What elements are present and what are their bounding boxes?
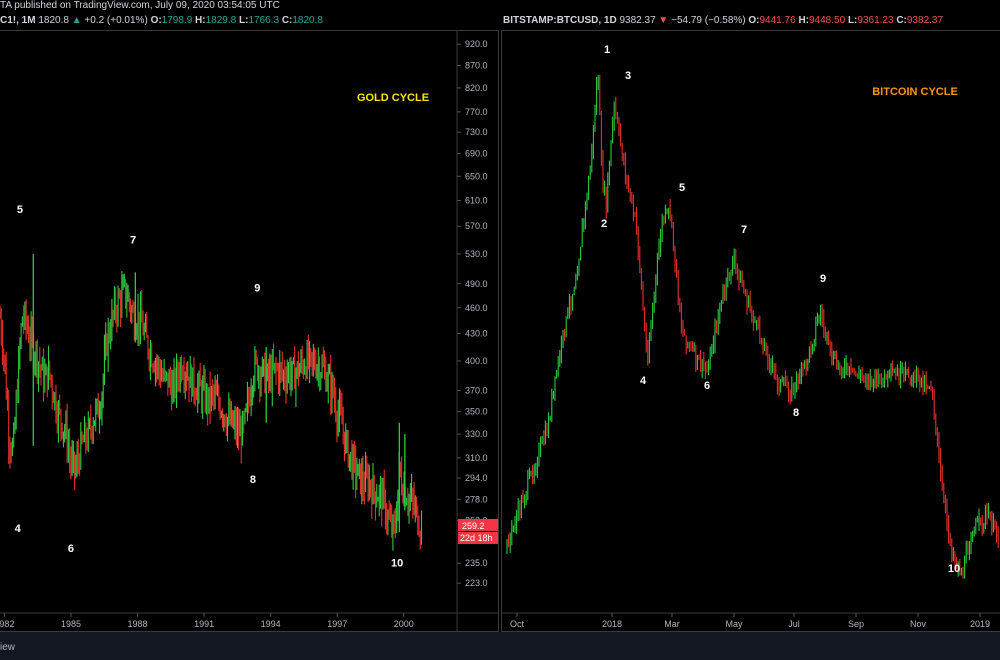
symbol-right[interactable]: BITSTAMP:BTCUSD, 1D — [503, 15, 617, 26]
wave-label-9: 9 — [820, 273, 826, 285]
x-tick-label: Mar — [664, 619, 680, 629]
publish-line: TA published on TradingView.com, July 09… — [0, 0, 283, 16]
y-tick-label: 330.0 — [465, 429, 488, 439]
open-label-left: O: — [150, 15, 162, 26]
wave-label-3: 3 — [625, 70, 631, 82]
last-left: 1820.8 — [38, 15, 69, 26]
close-left: 1820.8 — [292, 15, 323, 26]
y-tick-label: 400.0 — [465, 356, 488, 366]
y-tick-label: 430.0 — [465, 328, 488, 338]
y-tick-label: 530.0 — [465, 249, 488, 259]
wave-label-4: 4 — [15, 523, 22, 535]
low-label-right: L: — [847, 15, 858, 26]
y-tick-label: 294.0 — [465, 473, 488, 483]
y-tick-label: 310.0 — [465, 453, 488, 463]
y-tick-label: 223.0 — [465, 578, 488, 588]
x-tick-label: 1994 — [261, 619, 281, 629]
open-right: 9441.76 — [759, 15, 796, 26]
wave-label-4: 4 — [640, 375, 647, 387]
y-tick-label: 278.0 — [465, 494, 488, 504]
y-tick-label: 820.0 — [465, 83, 488, 93]
wave-label-9: 9 — [254, 283, 260, 295]
wave-label-2: 2 — [601, 218, 607, 230]
low-right: 9361.23 — [857, 15, 894, 26]
gold-chart-pane[interactable]: 920.0 870.0 820.0 770.0 730.0 690.0 650.0 610.0… — [0, 30, 499, 633]
gold-chart[interactable]: 920.0 870.0 820.0 770.0 730.0 690.0 650.0 610.0… — [0, 31, 499, 633]
wave-label-7: 7 — [741, 224, 747, 236]
x-tick-label: 1988 — [128, 619, 148, 629]
arrow-down-icon: ▼ — [658, 15, 669, 26]
footer-text[interactable]: iew — [0, 642, 15, 653]
price-tag-value: 259.2 — [462, 521, 485, 531]
high-left: 1829.8 — [205, 15, 237, 26]
wave-label-5: 5 — [679, 182, 685, 194]
x-tick-label: 1982 — [0, 619, 14, 629]
wave-label-10: 10 — [948, 563, 960, 575]
y-tick-label: 460.0 — [465, 303, 488, 313]
x-tick-label: Nov — [910, 619, 927, 629]
publish-text: TA published on TradingView.com, July 09… — [0, 0, 280, 11]
wave-label-6: 6 — [704, 380, 710, 392]
legend-left: C1!, 1M 1820.8 ▲ +0.2 (+0.01%) O:1798.9 … — [0, 15, 323, 29]
y-tick-label: 770.0 — [465, 107, 488, 117]
y-tick-label: 690.0 — [465, 149, 488, 159]
x-tick-label: 2000 — [394, 619, 414, 629]
y-tick-label: 350.0 — [465, 407, 488, 417]
y-tick-label: 870.0 — [465, 60, 488, 70]
wave-label-8: 8 — [793, 407, 799, 419]
x-tick-label: 2018 — [602, 619, 622, 629]
x-tick-label: 1997 — [327, 619, 347, 629]
close-label-left: C: — [281, 15, 293, 26]
wave-label-1: 1 — [604, 44, 610, 56]
x-tick-label: Jul — [788, 619, 800, 629]
y-tick-label: 610.0 — [465, 195, 488, 205]
x-tick-label: Sep — [848, 619, 864, 629]
last-right: 9382.37 — [619, 15, 656, 26]
symbol-left[interactable]: C1!, 1M — [0, 15, 36, 26]
y-tick-label: 235.0 — [465, 558, 488, 568]
close-right: 9382.37 — [906, 15, 944, 26]
legend-right: BITSTAMP:BTCUSD, 1D 9382.37 ▼ −54.79 (−0… — [503, 15, 943, 29]
close-label-right: C: — [896, 15, 907, 26]
change-right: −54.79 (−0.58%) — [671, 15, 746, 26]
y-tick-label: 920.0 — [465, 39, 488, 49]
low-left: 1766.3 — [248, 15, 280, 26]
y-tick-label: 490.0 — [465, 279, 488, 289]
btc-chart-pane[interactable]: Oct 2018 Mar May Jul Sep Nov 2019 1 2 3 4 5 6 7 8 9 10 BIT… — [501, 30, 1000, 632]
btc-chart[interactable]: Oct 2018 Mar May Jul Sep Nov 2019 1 2 3 4 5 6 7 8 9 10 BIT… — [502, 31, 1000, 633]
open-label-right: O: — [748, 15, 760, 26]
chart-title: BITCOIN CYCLE — [872, 86, 958, 98]
x-tick-label: 1985 — [61, 619, 81, 629]
change-left: +0.2 (+0.01%) — [84, 15, 148, 26]
high-label-right: H: — [798, 15, 809, 26]
countdown-text: 22d 18h — [460, 533, 493, 543]
chart-title: GOLD CYCLE — [357, 92, 429, 104]
x-tick-label: Oct — [510, 619, 525, 629]
y-tick-label: 370.0 — [465, 386, 488, 396]
y-tick-label: 650.0 — [465, 171, 488, 181]
wave-label-5: 5 — [17, 204, 23, 216]
wave-label-10: 10 — [391, 557, 403, 569]
x-tick-label: 2019 — [970, 619, 990, 629]
x-tick-label: 1991 — [194, 619, 214, 629]
arrow-up-icon: ▲ — [71, 15, 82, 26]
open-left: 1798.9 — [161, 15, 193, 26]
high-right: 9448.50 — [809, 15, 846, 26]
wave-label-7: 7 — [130, 234, 136, 246]
footer-bar: iew — [0, 632, 1000, 660]
wave-label-8: 8 — [250, 474, 256, 486]
x-tick-label: May — [725, 619, 743, 629]
high-label-left: H: — [195, 15, 206, 26]
wave-label-6: 6 — [68, 543, 74, 555]
y-tick-label: 730.0 — [465, 127, 488, 137]
y-tick-label: 570.0 — [465, 221, 488, 231]
